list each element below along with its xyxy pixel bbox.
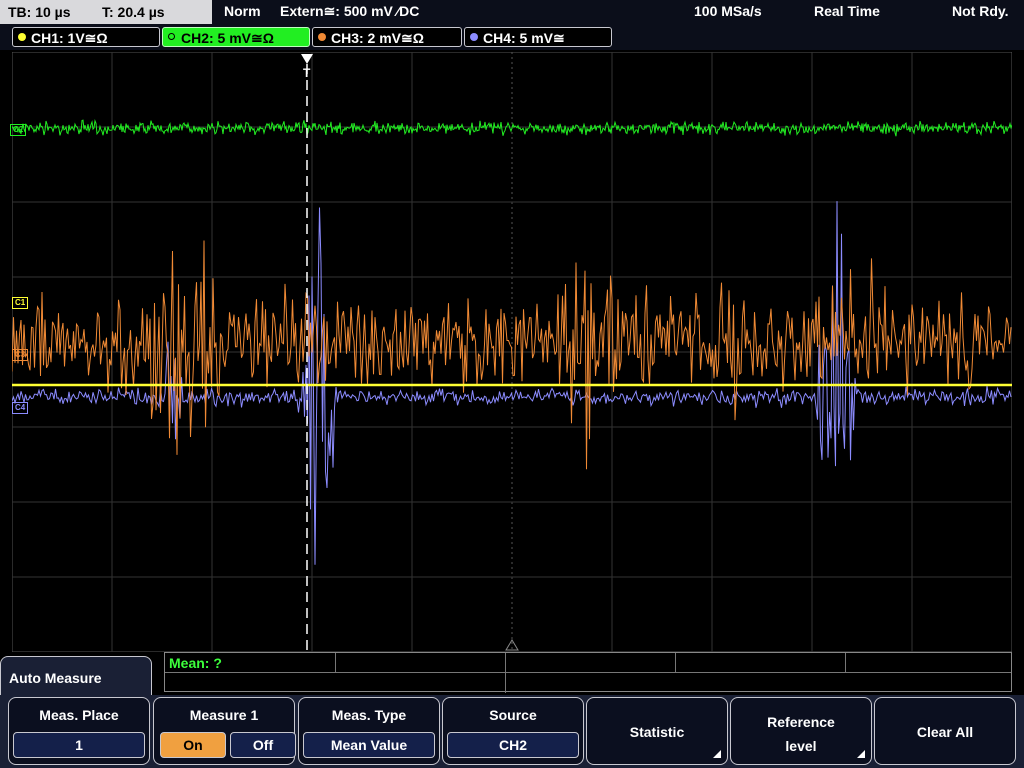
meas-type-value[interactable]: Mean Value	[303, 732, 435, 758]
channel-tab-ch4-label: CH4: 5 mV≅	[483, 30, 565, 46]
source-caption: Source	[489, 707, 537, 723]
measure1-caption: Measure 1	[189, 707, 259, 723]
softkey-bar: Meas. Place 1 Measure 1 On Off Meas. Typ…	[0, 695, 1024, 768]
trigger-status: Not Rdy.	[952, 3, 1009, 19]
channel-tab-ch1-label: CH1: 1V≅Ω	[31, 30, 108, 46]
status-bar: TB: 10 µs T: 20.4 µs Norm Extern≅: 500 m…	[0, 0, 1024, 24]
reference-level-softkey[interactable]: Reference level	[730, 697, 872, 765]
submenu-corner-icon	[857, 750, 865, 758]
statistic-caption: Statistic	[629, 724, 685, 740]
timebase-readout: TB: 10 µs	[8, 4, 71, 20]
channel-tab-ch2-label: CH2: 5 mV≅Ω	[181, 30, 274, 46]
ch1-ground-marker[interactable]: C1	[12, 297, 29, 309]
meas-type-softkey[interactable]: Meas. Type Mean Value	[298, 697, 440, 765]
measure1-softkey[interactable]: Measure 1 On Off	[153, 697, 296, 765]
reference-level-caption-line1: Reference	[767, 714, 835, 730]
trigger-source-readout[interactable]: Extern≅: 500 mV ⁄DC	[280, 0, 419, 22]
channel-tab-row: CH1: 1V≅Ω CH2: 5 mV≅Ω CH3: 2 mV≅Ω CH4: 5…	[0, 24, 1024, 50]
submenu-corner-icon	[713, 750, 721, 758]
ch3-color-dot-icon	[318, 33, 326, 41]
ch1-color-dot-icon	[18, 33, 26, 41]
statistic-softkey[interactable]: Statistic	[586, 697, 728, 765]
clear-all-caption: Clear All	[916, 724, 974, 740]
measure1-off-button[interactable]: Off	[230, 732, 296, 758]
reference-level-caption-line2: level	[785, 738, 817, 754]
trigger-marker-label: T	[303, 66, 311, 80]
source-softkey[interactable]: Source CH2	[442, 697, 584, 765]
ch4-color-dot-icon	[470, 33, 478, 41]
channel-tab-ch2[interactable]: CH2: 5 mV≅Ω	[162, 27, 310, 47]
channel-tab-ch3-label: CH3: 2 mV≅Ω	[331, 30, 424, 46]
clear-all-softkey[interactable]: Clear All	[874, 697, 1016, 765]
acquisition-type: Real Time	[814, 3, 880, 19]
waveform-canvas	[12, 52, 1012, 652]
ch4-ground-marker[interactable]: C4	[12, 402, 29, 414]
trigger-time-readout: T: 20.4 µs	[102, 4, 165, 20]
waveform-display[interactable]: C2 C1 C3 C4 T	[10, 52, 1012, 652]
timebase-box[interactable]: TB: 10 µs T: 20.4 µs	[0, 0, 212, 24]
acquisition-mode[interactable]: Norm	[224, 0, 261, 22]
mean-measurement-label: Mean: ?	[169, 655, 222, 671]
source-value[interactable]: CH2	[447, 732, 579, 758]
measurement-result-row: Mean: ?	[164, 652, 1012, 693]
meas-place-caption: Meas. Place	[39, 707, 119, 723]
meas-divider	[845, 653, 846, 673]
meas-divider	[675, 653, 676, 673]
ch3-ground-marker[interactable]: C3	[12, 349, 29, 361]
menu-title-auto-measure: Auto Measure	[0, 656, 152, 696]
ch2-color-dot-icon	[168, 33, 175, 40]
meas-place-softkey[interactable]: Meas. Place 1	[8, 697, 150, 765]
measure1-on-button[interactable]: On	[160, 732, 226, 758]
meas-divider	[335, 653, 336, 673]
channel-tab-ch4[interactable]: CH4: 5 mV≅	[464, 27, 612, 47]
channel-tab-ch1[interactable]: CH1: 1V≅Ω	[12, 27, 160, 47]
meas-row-separator	[165, 672, 1011, 673]
sample-rate-readout: 100 MSa/s	[694, 3, 762, 19]
meas-type-caption: Meas. Type	[331, 707, 407, 723]
channel-tab-ch3[interactable]: CH3: 2 mV≅Ω	[312, 27, 462, 47]
ch2-ground-marker[interactable]: C2	[10, 124, 27, 136]
meas-place-value[interactable]: 1	[13, 732, 145, 758]
meas-divider	[505, 653, 506, 693]
